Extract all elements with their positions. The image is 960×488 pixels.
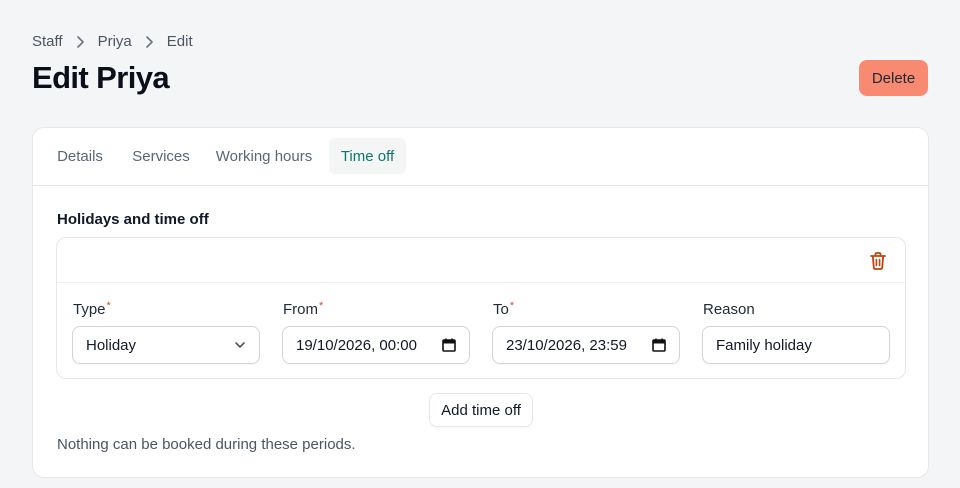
calendar-icon[interactable] bbox=[442, 338, 456, 352]
calendar-icon[interactable] bbox=[652, 338, 666, 352]
breadcrumb: Staff Priya Edit bbox=[32, 33, 193, 50]
breadcrumb-edit: Edit bbox=[166, 33, 193, 50]
from-label: From* bbox=[283, 300, 324, 318]
delete-button[interactable]: Delete bbox=[859, 60, 928, 96]
chevron-down-icon bbox=[234, 339, 246, 351]
tab-time-off[interactable]: Time off bbox=[329, 138, 406, 174]
page-title: Edit Priya bbox=[32, 60, 170, 95]
tab-details[interactable]: Details bbox=[47, 138, 113, 174]
to-value: 23/10/2026, 23:59 bbox=[506, 336, 627, 354]
help-text: Nothing can be booked during these perio… bbox=[57, 436, 356, 453]
entry-header bbox=[57, 238, 905, 283]
trash-icon[interactable] bbox=[869, 251, 887, 271]
tab-working-hours[interactable]: Working hours bbox=[208, 138, 320, 174]
from-value: 19/10/2026, 00:00 bbox=[296, 336, 417, 354]
tab-bar: Details Services Working hours Time off bbox=[33, 128, 928, 186]
to-label: To* bbox=[493, 300, 515, 318]
reason-value: Family holiday bbox=[716, 336, 812, 354]
chevron-right-icon bbox=[76, 35, 85, 48]
reason-label: Reason bbox=[703, 301, 755, 318]
add-time-off-button[interactable]: Add time off bbox=[429, 393, 533, 427]
breadcrumb-priya[interactable]: Priya bbox=[98, 33, 132, 50]
type-label: Type* bbox=[73, 300, 111, 318]
staff-edit-card: Details Services Working hours Time off … bbox=[32, 127, 929, 478]
time-off-entry: Type* Holiday From* 19/10/2026, 00:00 To… bbox=[56, 237, 906, 379]
section-heading: Holidays and time off bbox=[57, 211, 209, 228]
tab-services[interactable]: Services bbox=[121, 138, 201, 174]
type-select[interactable]: Holiday bbox=[72, 326, 260, 364]
from-datetime-input[interactable]: 19/10/2026, 00:00 bbox=[282, 326, 470, 364]
breadcrumb-staff[interactable]: Staff bbox=[32, 33, 63, 50]
type-value: Holiday bbox=[86, 336, 137, 354]
chevron-right-icon bbox=[145, 35, 154, 48]
to-datetime-input[interactable]: 23/10/2026, 23:59 bbox=[492, 326, 680, 364]
reason-input[interactable]: Family holiday bbox=[702, 326, 890, 364]
